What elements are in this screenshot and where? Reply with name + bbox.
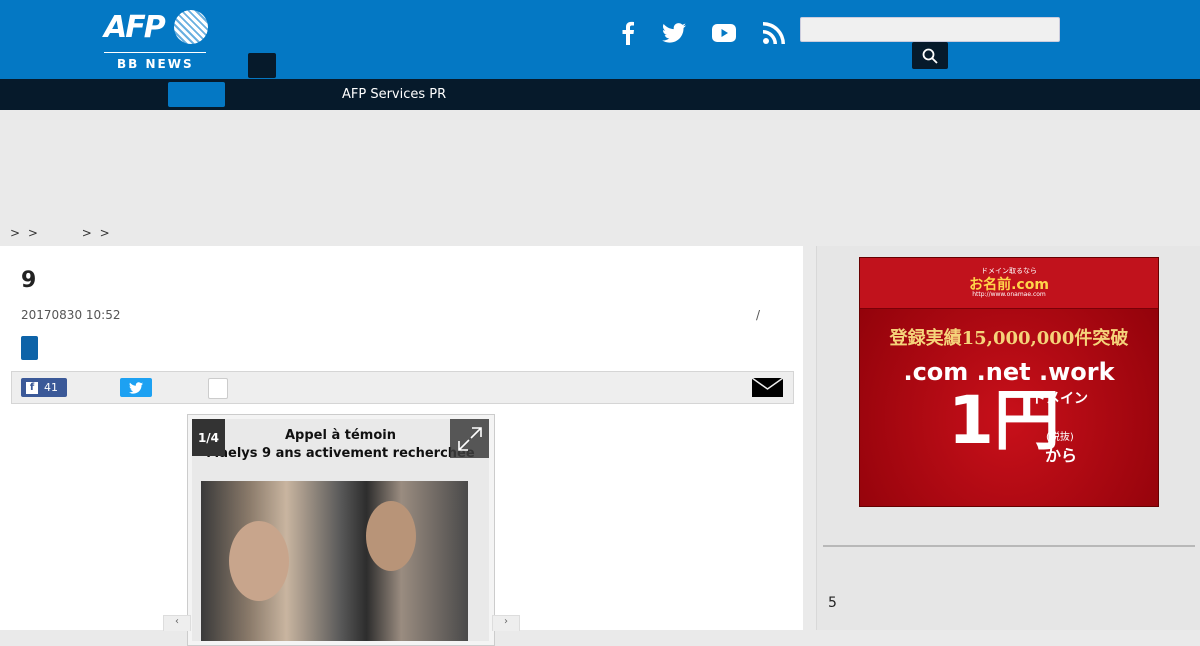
ad-url: http://www.onamae.com <box>972 291 1046 298</box>
ad-header: ドメイン取るなら お名前.com http://www.onamae.com <box>860 258 1158 309</box>
top-ad-area <box>0 110 1200 222</box>
facebook-icon: f <box>26 381 38 394</box>
poster-text: Appel à témoin Maelys 9 ans activement r… <box>192 427 489 463</box>
site-header: AFP BB NEWS <box>0 0 1200 79</box>
twitter-share-button[interactable] <box>120 378 152 397</box>
search-button[interactable] <box>912 42 948 69</box>
photo-gallery[interactable]: Appel à témoin Maelys 9 ans activement r… <box>187 414 495 646</box>
twitter-icon[interactable] <box>658 17 690 49</box>
rss-icon[interactable] <box>758 17 790 49</box>
mail-share-button[interactable] <box>751 377 784 397</box>
globe-icon <box>174 10 208 44</box>
photo-subject <box>229 521 289 601</box>
article-title: 9 <box>21 268 37 293</box>
logo-subtitle: BB NEWS <box>117 57 194 71</box>
breadcrumb: > > > > <box>10 226 112 240</box>
ad-headline: 登録実績15,000,000件突破 <box>889 328 1129 349</box>
ad-kara: から <box>1045 446 1078 465</box>
share-bar: f 41 <box>11 371 794 404</box>
article-date: 20170830 10:52 <box>21 308 121 322</box>
logo-divider <box>104 52 206 53</box>
facebook-share-button[interactable]: f 41 <box>21 378 67 397</box>
youtube-icon[interactable] <box>708 17 740 49</box>
breadcrumb-separator: > > <box>81 226 110 240</box>
article: 9 20170830 10:52 / f 41 Appel à témoin M… <box>0 246 803 646</box>
logo-text: AFP <box>104 10 166 45</box>
sidebar-divider <box>823 545 1195 547</box>
afp-bb-news-logo[interactable]: AFP BB NEWS <box>104 10 208 72</box>
sidebar: ドメイン取るなら お名前.com http://www.onamae.com 登… <box>816 246 1200 630</box>
photo-subject <box>366 501 416 571</box>
facebook-icon[interactable] <box>612 17 644 49</box>
gallery-prev-button[interactable]: ‹ <box>163 615 191 631</box>
mail-icon <box>751 377 784 397</box>
poster-photo <box>201 481 468 641</box>
main-nav: AFP Services PR <box>0 79 1200 110</box>
ad-price: 1円 <box>948 382 1060 459</box>
bookmark-share-button[interactable] <box>208 378 228 399</box>
poster-line-2: Maelys 9 ans activement recherchée <box>206 446 475 461</box>
search-icon <box>922 48 938 64</box>
category-tag[interactable] <box>21 336 38 360</box>
gallery-photo[interactable]: Appel à témoin Maelys 9 ans activement r… <box>192 419 489 641</box>
gallery-counter: 1/4 <box>192 419 225 456</box>
sidebar-number: 5 <box>828 595 837 611</box>
poster-line-1: Appel à témoin <box>285 428 396 443</box>
nav-item-afp-services-pr[interactable]: AFP Services PR <box>342 87 446 102</box>
breadcrumb-separator: > > <box>10 226 38 240</box>
ad-tax-note: (税抜) <box>1046 432 1074 443</box>
search-input[interactable] <box>800 17 1060 42</box>
gallery-next-button[interactable]: › <box>492 615 520 631</box>
facebook-share-count: 41 <box>44 381 58 394</box>
expand-icon[interactable] <box>450 419 489 458</box>
article-meta-separator: / <box>756 308 761 322</box>
nav-item-active[interactable] <box>168 82 225 107</box>
twitter-icon <box>129 381 143 394</box>
sidebar-ad-banner[interactable]: ドメイン取るなら お名前.com http://www.onamae.com 登… <box>859 257 1159 507</box>
menu-button[interactable] <box>248 53 276 78</box>
